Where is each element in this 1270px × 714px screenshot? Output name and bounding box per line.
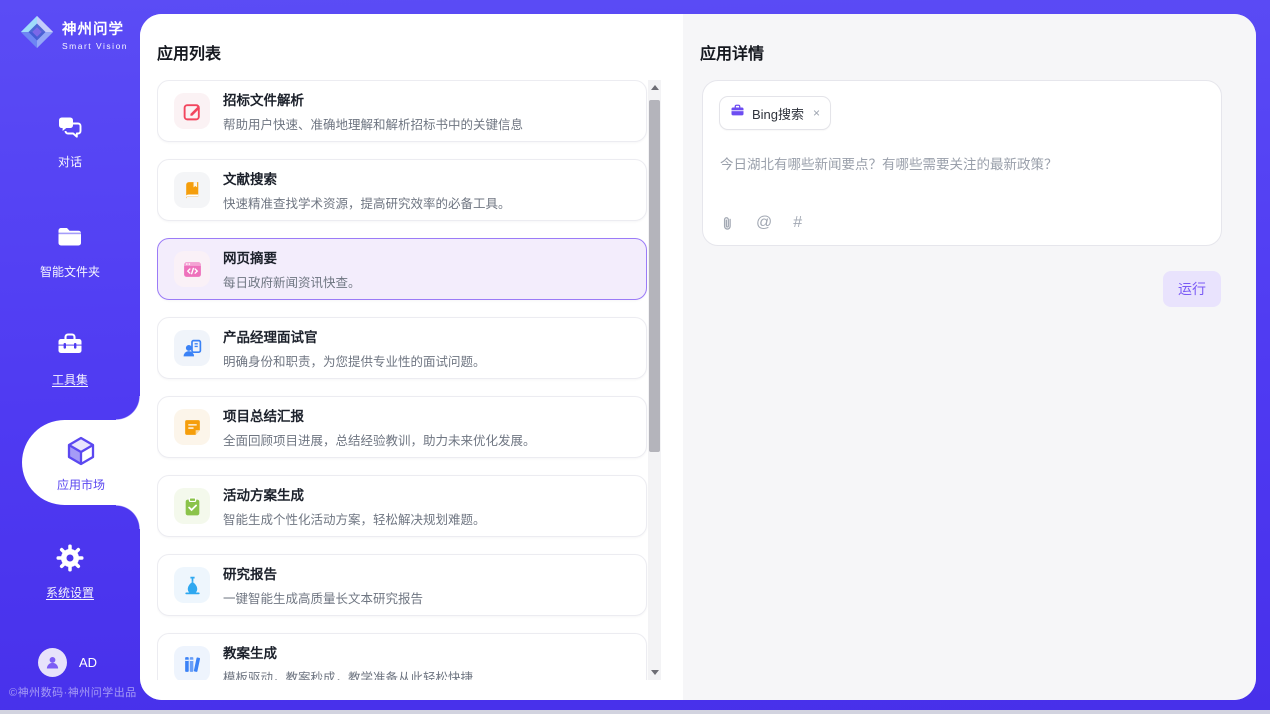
app-detail-pane: 应用详情 Bing搜索 × 今日湖北有哪些新闻要点？有哪些需要关注的最新政策？ [683,14,1256,700]
edit-doc-icon [174,93,210,129]
folder-icon [0,222,140,257]
sidebar-item-label: 应用市场 [22,476,140,493]
app-card-description: 帮助用户快速、准确地理解和解析招标书中的关键信息 [223,114,523,133]
user-account[interactable]: AD [38,648,97,677]
sidebar-item-label: 智能文件夹 [40,265,100,279]
sidebar-item-label: 对话 [58,155,82,169]
sidebar-item-settings[interactable]: 系统设置 [0,543,140,602]
sidebar-item-app-market[interactable]: 应用市场 [22,420,140,505]
app-card[interactable]: 招标文件解析 帮助用户快速、准确地理解和解析招标书中的关键信息 [157,80,647,142]
brand-subtitle: Smart Vision [62,41,128,51]
composer-toolbar: @ # [720,214,802,232]
sidebar-item-label: 系统设置 [46,586,94,600]
app-card-description: 全面回顾项目进展，总结经验教训，助力未来优化发展。 [223,430,536,449]
app-card-title: 产品经理面试官 [223,326,486,346]
sidebar-item-toolset[interactable]: 工具集 [0,330,140,389]
app-card[interactable]: 产品经理面试官 明确身份和职责，为您提供专业性的面试问题。 [157,317,647,379]
browser-code-icon [174,251,210,287]
mention-icon[interactable]: @ [756,214,772,232]
brand-text: 神州问学 Smart Vision [62,18,128,51]
gear-icon [0,543,140,578]
research-icon [174,567,210,603]
brand-logo: 神州问学 Smart Vision [18,13,128,56]
app-card-description: 一键智能生成高质量长文本研究报告 [223,588,423,607]
app-card-description: 智能生成个性化活动方案，轻松解决规划难题。 [223,509,486,528]
composer-card[interactable]: Bing搜索 × 今日湖北有哪些新闻要点？有哪些需要关注的最新政策？ @ # [702,80,1222,246]
app-card[interactable]: 研究报告 一键智能生成高质量长文本研究报告 [157,554,647,616]
app-card-description: 模板驱动，教案秒成，教学准备从此轻松快捷 [223,667,473,680]
app-list: 招标文件解析 帮助用户快速、准确地理解和解析招标书中的关键信息 文献搜索 快速精… [157,80,648,680]
query-input[interactable]: 今日湖北有哪些新闻要点？有哪些需要关注的最新政策？ [720,153,1205,173]
app-card-title: 研究报告 [223,563,423,583]
app-detail-title: 应用详情 [700,40,764,64]
active-bubble-corner-bottom [116,505,140,529]
app-list-scrollbar[interactable] [648,80,661,680]
book-icon [174,172,210,208]
clipboard-check-icon [174,488,210,524]
app-card-description: 快速精准查找学术资源，提高研究效率的必备工具。 [223,193,511,212]
avatar [38,648,67,677]
app-list-pane: 应用列表 招标文件解析 帮助用户快速、准确地理解和解析招标书中的关键信息 文献搜… [140,14,683,700]
brand-name: 神州问学 [62,18,128,39]
brand-diamond-icon [18,13,56,56]
sidebar: 神州问学 Smart Vision 对话 智能文件夹 [0,0,140,714]
app-card[interactable]: 项目总结汇报 全面回顾项目进展，总结经验教训，助力未来优化发展。 [157,396,647,458]
user-initials: AD [79,655,97,670]
app-card-title: 网页摘要 [223,247,361,267]
app-card-description: 明确身份和职责，为您提供专业性的面试问题。 [223,351,486,370]
app-card-title: 教案生成 [223,642,473,662]
app-card-title: 文献搜索 [223,168,511,188]
main-panel: 应用列表 招标文件解析 帮助用户快速、准确地理解和解析招标书中的关键信息 文献搜… [140,14,1256,700]
interviewer-icon [174,330,210,366]
sidebar-item-smart-folder[interactable]: 智能文件夹 [0,222,140,281]
toolbox-icon [0,330,140,365]
app-card[interactable]: 网页摘要 每日政府新闻资讯快查。 [157,238,647,300]
run-button[interactable]: 运行 [1163,271,1221,307]
tool-chip-label: Bing搜索 [752,104,804,123]
scroll-down-arrow-icon[interactable] [648,665,661,680]
app-card-title: 招标文件解析 [223,89,523,109]
close-icon[interactable]: × [813,106,820,120]
sidebar-item-chat[interactable]: 对话 [0,112,140,171]
screen-bottom-edge [0,710,1270,714]
app-card-description: 每日政府新闻资讯快查。 [223,272,361,291]
copyright-footer: ©神州数码·神州问学出品 [9,684,137,700]
active-bubble-corner-top [116,396,140,420]
app-card-title: 活动方案生成 [223,484,486,504]
app-list-title: 应用列表 [157,40,221,64]
cube-icon [65,454,97,471]
scroll-up-arrow-icon[interactable] [648,80,661,95]
chat-icon [0,112,140,147]
tool-chip-bing-search[interactable]: Bing搜索 × [719,96,831,130]
books-icon [174,646,210,680]
app-window: 神州问学 Smart Vision 对话 智能文件夹 [0,0,1270,714]
app-card[interactable]: 教案生成 模板驱动，教案秒成，教学准备从此轻松快捷 [157,633,647,680]
app-card[interactable]: 文献搜索 快速精准查找学术资源，提高研究效率的必备工具。 [157,159,647,221]
scrollbar-thumb[interactable] [649,100,660,452]
briefcase-icon [730,103,745,123]
paperclip-icon[interactable] [720,215,735,232]
app-card-title: 项目总结汇报 [223,405,536,425]
sidebar-item-label: 工具集 [52,373,88,387]
note-icon [174,409,210,445]
hash-icon[interactable]: # [793,214,802,232]
app-card[interactable]: 活动方案生成 智能生成个性化活动方案，轻松解决规划难题。 [157,475,647,537]
